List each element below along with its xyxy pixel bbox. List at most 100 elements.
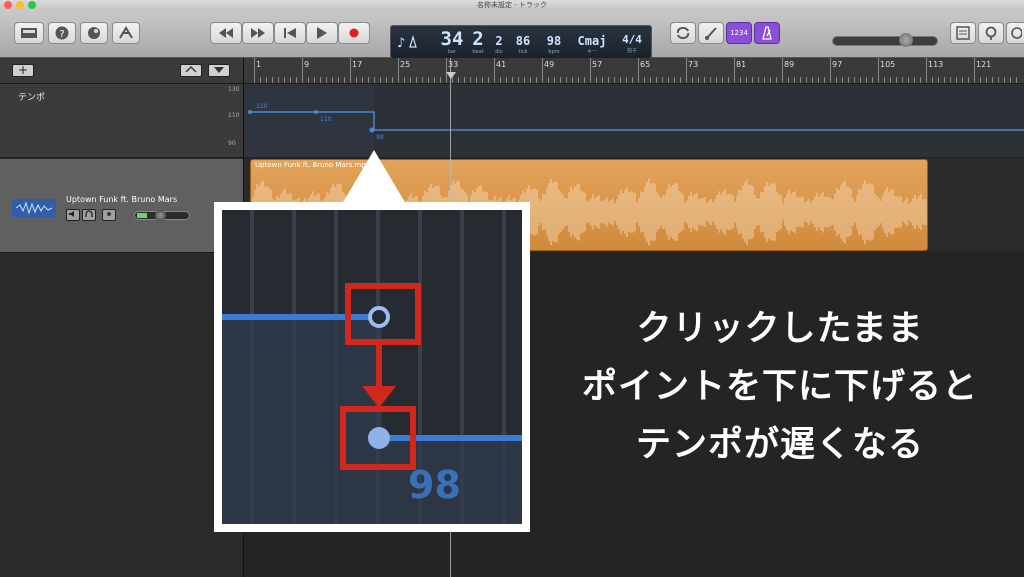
audio-track-header[interactable]: Uptown Funk ft. Bruno Mars (0, 159, 243, 253)
ruler-tick (428, 77, 429, 83)
lcd-beat: 2 beat (472, 28, 484, 55)
ruler-tick (920, 77, 921, 83)
catch-playhead-button[interactable] (180, 64, 202, 77)
playhead-handle[interactable] (446, 72, 456, 79)
headphones-icon (85, 210, 93, 217)
library-icon (21, 28, 37, 38)
ruler-tick (800, 77, 801, 83)
play-icon (317, 27, 327, 39)
ruler-tick (740, 77, 741, 83)
ruler-tick (980, 77, 981, 83)
tempo-scale-top: 130 (228, 86, 240, 93)
notepad-button[interactable] (950, 22, 976, 44)
ruler-tick (788, 77, 789, 83)
lcd-display[interactable]: ♪ 34 bar 2 beat 2 div 86 tick 98 bpm Cma… (390, 25, 652, 59)
tempo-scale-mid: 110 (228, 112, 240, 119)
speaker-mute-icon (69, 211, 74, 217)
loop-icon (985, 26, 997, 40)
editors-button[interactable] (112, 22, 140, 44)
lcd-key[interactable]: Cmaj キー (575, 29, 609, 55)
quick-help-button[interactable]: ? (48, 22, 76, 44)
loop-browser-button[interactable] (978, 22, 1004, 44)
ruler-tick (932, 77, 933, 83)
library-button[interactable] (14, 22, 44, 44)
lcd-bar: 34 bar (440, 28, 464, 55)
master-volume-slider[interactable] (832, 33, 938, 47)
tempo-curve[interactable]: 110 110 98 (244, 84, 1024, 157)
tempo-point-1[interactable] (248, 110, 252, 114)
lcd-tempo[interactable]: 98 bpm (543, 29, 565, 55)
tuner-button[interactable] (698, 22, 724, 44)
ruler-bar-number: 1 (256, 60, 262, 69)
ruler-tick (884, 77, 885, 83)
filter-button[interactable] (208, 64, 230, 77)
ruler-tick (278, 77, 279, 83)
mute-button[interactable] (66, 209, 80, 221)
ruler-tick (434, 77, 435, 83)
track-volume-slider[interactable] (134, 210, 190, 221)
record-enable-button[interactable] (102, 209, 116, 221)
track-volume-knob[interactable] (155, 210, 166, 221)
ruler-tick (578, 77, 579, 83)
ruler-tick (518, 77, 519, 83)
tempo-track-lane[interactable]: 110 110 98 (244, 84, 1024, 157)
ruler-tick (1016, 77, 1017, 83)
ruler-tick (488, 77, 489, 83)
ruler-tick (566, 77, 567, 83)
ruler-bar-number: 65 (640, 60, 651, 69)
play-button[interactable] (306, 22, 338, 44)
forward-button[interactable] (242, 22, 274, 44)
media-browser-button[interactable] (1006, 22, 1024, 44)
ruler-tick (632, 77, 633, 83)
ruler-tick (584, 77, 585, 83)
catch-icon (185, 66, 197, 73)
ruler-bar-number: 89 (784, 60, 795, 69)
master-volume-knob[interactable] (899, 33, 913, 47)
ruler-tick (1004, 77, 1005, 83)
ruler-bar-number: 121 (976, 60, 992, 69)
cycle-button[interactable] (670, 22, 696, 44)
ruler-bar-number: 73 (688, 60, 699, 69)
track-headers-panel: + テンポ 130 110 90 Uptown Funk ft. Bruno M… (0, 58, 244, 577)
skip-back-icon (284, 28, 296, 38)
filter-icon (214, 67, 224, 73)
tempo-point-2[interactable] (314, 110, 318, 114)
rewind-button[interactable] (210, 22, 242, 44)
lcd-time-signature[interactable]: 4/4 拍子 (619, 29, 645, 54)
ruler-bar-number: 105 (880, 60, 896, 69)
ruler-tick (326, 77, 327, 83)
go-to-beginning-button[interactable] (274, 22, 306, 44)
track-name[interactable]: Uptown Funk ft. Bruno Mars (66, 195, 177, 204)
ruler-tick (842, 77, 843, 83)
solo-button[interactable] (82, 209, 96, 221)
ruler-tick (992, 77, 993, 83)
ruler-tick (392, 77, 393, 83)
ruler-tick (824, 77, 825, 83)
ruler-tick (758, 77, 759, 83)
garageband-window: 名称未設定 - トラック ? ♪ 34 bar 2 beat 2 div 86 … (0, 0, 1024, 577)
add-track-button[interactable]: + (12, 64, 34, 77)
ruler-tick (704, 77, 705, 83)
ruler-tick (284, 77, 285, 83)
ruler-tick (260, 77, 261, 83)
record-button[interactable] (338, 22, 370, 44)
timeline-ruler[interactable]: 1 9 17 25 33 41 49 57 65 73 81 89 97 105 113 121 (244, 58, 1024, 84)
ruler-tick (308, 77, 309, 83)
metronome-button[interactable] (754, 22, 780, 44)
ruler-tick (494, 58, 495, 83)
smart-controls-button[interactable] (80, 22, 108, 44)
ruler-tick (470, 77, 471, 83)
ruler-tick (374, 77, 375, 83)
tempo-track-header[interactable]: テンポ 130 110 90 (0, 84, 243, 158)
ruler-tick (944, 77, 945, 83)
ruler-tick (350, 58, 351, 83)
ruler-tick (848, 77, 849, 83)
tempo-point-3[interactable] (369, 127, 375, 133)
ruler-tick (290, 77, 291, 83)
count-in-button[interactable]: 1234 (726, 22, 752, 44)
ruler-tick (752, 77, 753, 83)
ruler-tick (926, 58, 927, 83)
ruler-tick (866, 77, 867, 83)
ruler-tick (890, 77, 891, 83)
tempo-point-after (368, 427, 390, 449)
